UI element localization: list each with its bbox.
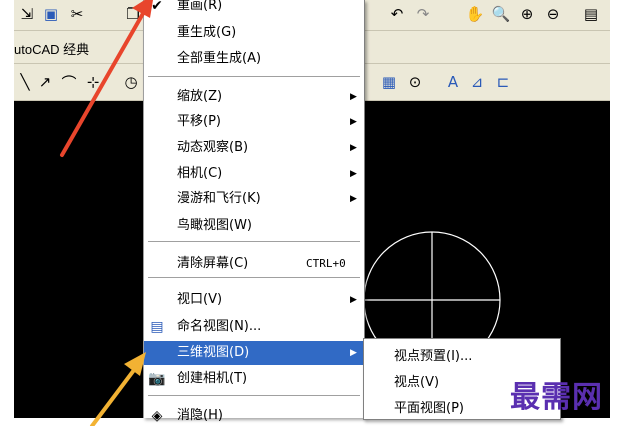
menu-item[interactable]: 鸟瞰视图(W)	[144, 214, 364, 238]
menu-item-label: 重画(R)	[177, 0, 223, 13]
zoom-previous-icon[interactable]: ⊖	[542, 3, 564, 25]
menu-item-shortcut: CTRL+0	[306, 257, 346, 270]
menu-item-label: 创建相机(T)	[177, 371, 248, 386]
menu-item-label: 缩放(Z)	[177, 89, 223, 104]
submenu-arrow-icon: ▶	[350, 117, 357, 127]
menu-item-label: 清除屏幕(C)	[177, 256, 249, 271]
table-icon[interactable]: ▦	[378, 71, 400, 93]
redo-icon[interactable]: ↷	[412, 3, 434, 25]
menu-item-label: 鸟瞰视图(W)	[177, 218, 252, 233]
menu-item-label: 命名视图(N)...	[177, 319, 262, 334]
menu-item[interactable]: 相机(C) ▶	[144, 162, 364, 186]
zoom-window-icon[interactable]: ⊕	[516, 3, 538, 25]
zoom-realtime-icon[interactable]: 🔍	[490, 3, 512, 25]
menu-item[interactable]: 重生成(G)	[144, 21, 364, 45]
named-view-icon: ▤	[150, 319, 164, 335]
menu-item-label: 平移(P)	[177, 114, 221, 129]
menu-separator	[148, 395, 360, 397]
cut-icon[interactable]: ✂	[66, 3, 88, 25]
camera-icon: 📷	[148, 371, 166, 387]
menu-item[interactable]: 📷 创建相机(T)	[144, 367, 364, 391]
menu-item[interactable]: 缩放(Z) ▶	[144, 85, 364, 109]
submenu-item[interactable]: 视点预置(I)...	[394, 345, 472, 364]
clock-icon[interactable]: ◷	[120, 71, 142, 93]
submenu-item[interactable]: 视点(V)	[394, 371, 439, 390]
properties-icon[interactable]: ▤	[580, 3, 602, 25]
view-dropdown-menu: ✔ 重画(R) 重生成(G) 全部重生成(A) 缩放(Z) ▶ 平移(P) ▶ 动态观察(B) ▶…	[143, 0, 365, 424]
table-style-icon[interactable]: ⊏	[492, 71, 514, 93]
menu-item-label: 全部重生成(A)	[177, 51, 262, 66]
menu-item-label: 重生成(G)	[177, 25, 237, 40]
hide-icon: ◈	[151, 408, 163, 424]
menu-item-label: 漫游和飞行(K)	[177, 191, 261, 206]
pan-icon[interactable]: ✋	[464, 3, 486, 25]
menu-item-label: 视口(V)	[177, 292, 223, 307]
polyline-icon[interactable]: ↗	[34, 71, 56, 93]
submenu-item[interactable]: 平面视图(P)	[394, 397, 464, 416]
watermark-text: 最需网	[510, 380, 603, 415]
menu-item[interactable]: ◈ 消隐(H)	[144, 404, 364, 428]
menu-item[interactable]: ▤ 命名视图(N)...	[144, 315, 364, 339]
copy-icon[interactable]: ❐	[122, 3, 144, 25]
submenu-arrow-icon: ▶	[350, 194, 357, 204]
undo-icon[interactable]: ↶	[386, 3, 408, 25]
line-icon[interactable]: ╲	[14, 71, 36, 93]
menu-item[interactable]: ✔ 重画(R)	[144, 0, 364, 18]
menu-item[interactable]: 动态观察(B) ▶	[144, 136, 364, 160]
menu-item-label: 消隐(H)	[177, 408, 223, 423]
match-properties-icon[interactable]: ⇲	[16, 3, 38, 25]
menu-item-label: 三维视图(D)	[177, 345, 250, 360]
dimension-icon[interactable]: ⊹	[82, 71, 104, 93]
arc-icon[interactable]: ⌒	[58, 71, 80, 93]
menu-item[interactable]: 漫游和飞行(K) ▶	[144, 187, 364, 211]
submenu-arrow-icon: ▶	[350, 295, 357, 305]
menu-item[interactable]: 三维视图(D) ▶	[144, 341, 364, 365]
menu-item[interactable]: 平移(P) ▶	[144, 110, 364, 134]
menu-separator	[148, 241, 360, 243]
submenu-arrow-icon: ▶	[350, 143, 357, 153]
text-style-icon[interactable]: A	[442, 71, 464, 93]
check-icon: ✔	[151, 0, 163, 14]
menu-item[interactable]: 全部重生成(A)	[144, 47, 364, 71]
dim-style-icon[interactable]: ⊿	[466, 71, 488, 93]
menu-separator	[148, 76, 360, 78]
submenu-arrow-icon: ▶	[350, 348, 357, 358]
save-icon[interactable]: ▣	[40, 3, 62, 25]
submenu-arrow-icon: ▶	[350, 92, 357, 102]
menu-separator	[148, 277, 360, 279]
menu-item[interactable]: 视口(V) ▶	[144, 288, 364, 312]
menu-item-label: 动态观察(B)	[177, 140, 249, 155]
center-mark-icon[interactable]: ⊙	[404, 71, 426, 93]
menu-item-label: 相机(C)	[177, 166, 223, 181]
submenu-arrow-icon: ▶	[350, 169, 357, 179]
workspace-combo[interactable]: utoCAD 经典	[14, 39, 89, 58]
menu-item[interactable]: 清除屏幕(C) CTRL+0	[144, 252, 364, 276]
